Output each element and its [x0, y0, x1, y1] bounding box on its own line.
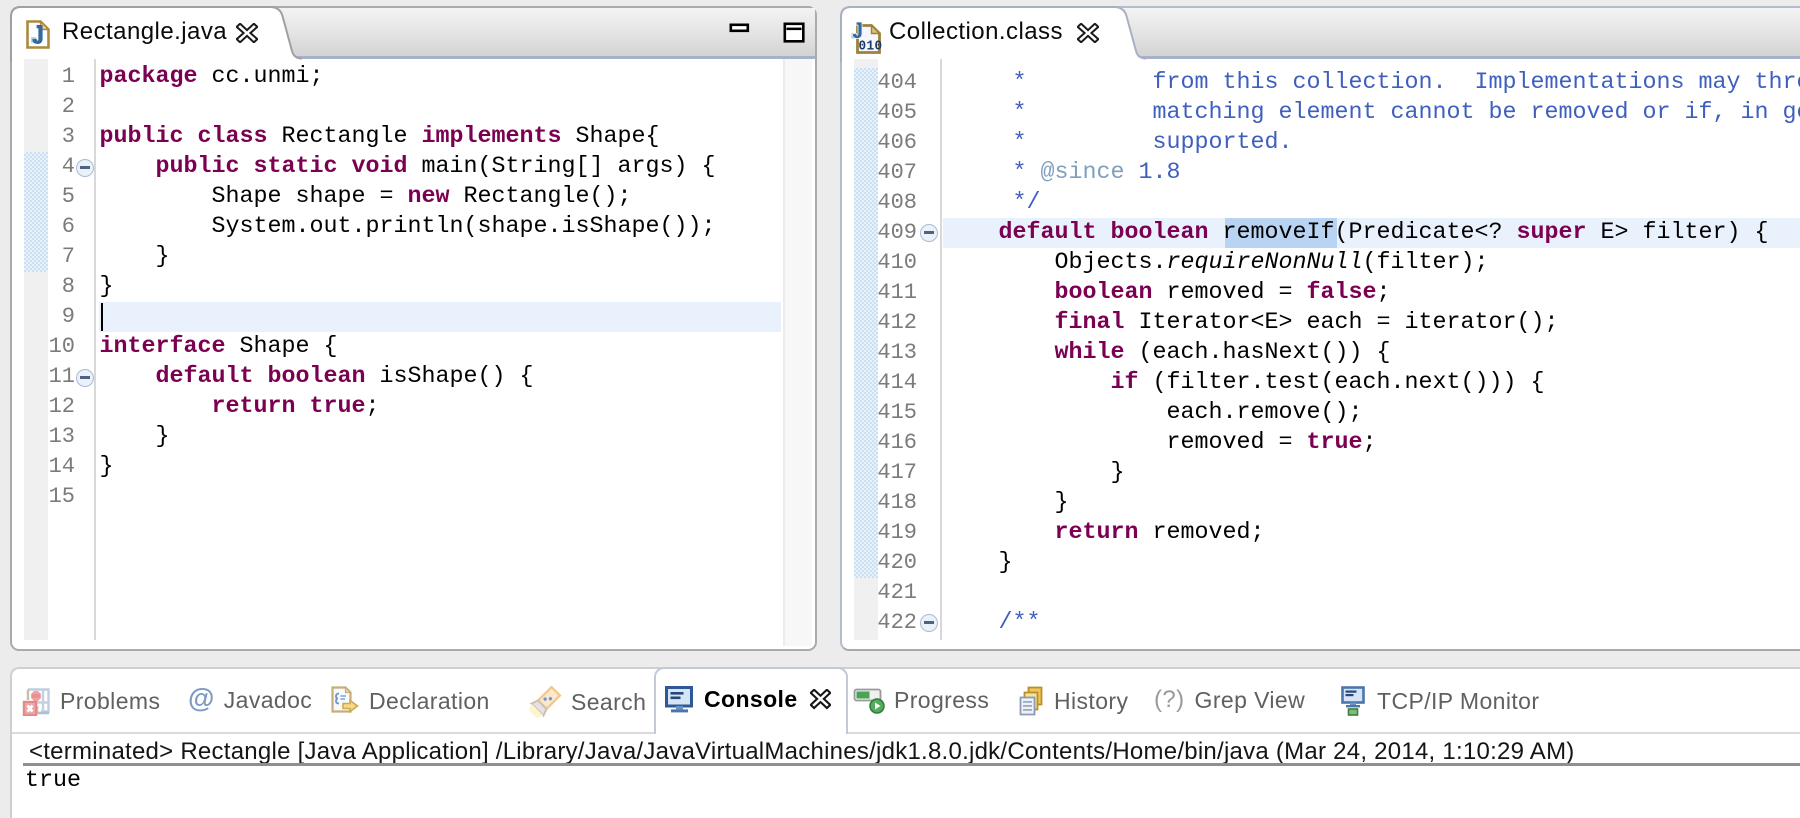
- svg-text:010: 010: [859, 39, 883, 54]
